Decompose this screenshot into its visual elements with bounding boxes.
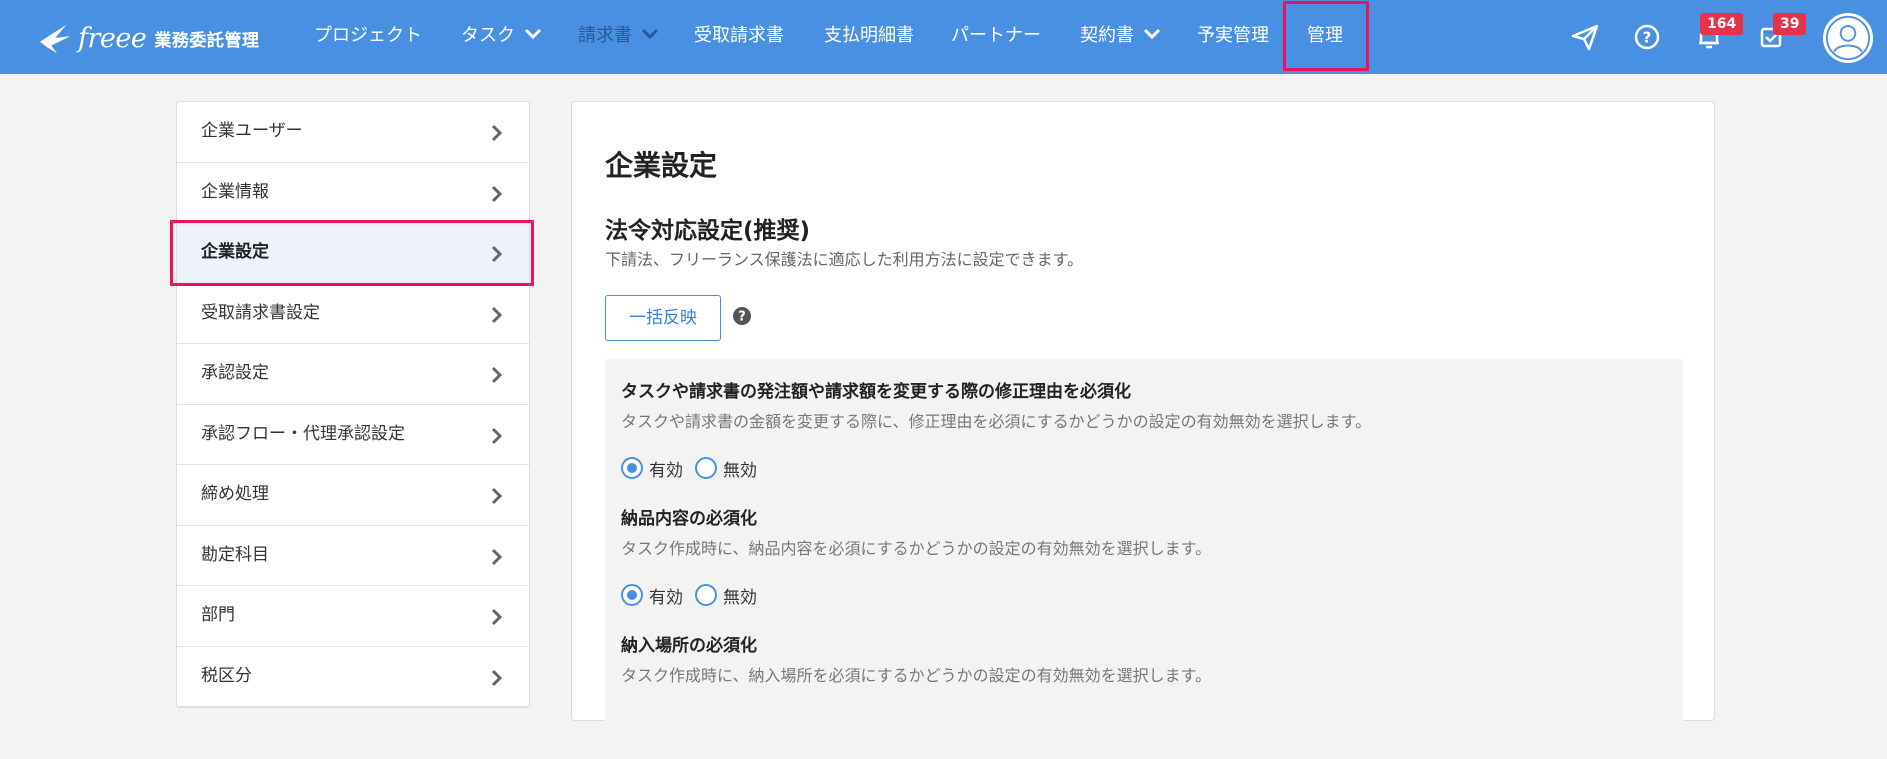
sidebar-item-approval-settings[interactable]: 承認設定 [177,344,529,405]
chevron-down-icon [641,28,658,40]
chevron-right-icon [491,487,503,505]
radio-enabled[interactable] [621,584,643,606]
nav-partners[interactable]: パートナー [951,0,1041,74]
sidebar-item-received-invoice-settings[interactable]: 受取請求書設定 [177,284,529,344]
sidebar-active-highlight-frame [170,220,534,286]
freee-bird-icon [39,24,71,54]
chevron-right-icon [491,548,503,565]
help-icon[interactable]: ? [1632,22,1662,52]
nav-invoices[interactable]: 請求書 [578,0,659,74]
chevron-right-icon [491,669,503,686]
setting-description: タスク作成時に、納入場所を必須にするかどうかの設定の有効無効を選択します。 [621,666,1212,685]
sidebar-item-label: 締め処理 [201,484,269,504]
section-description: 下請法、フリーランス保護法に適応した利用方法に設定できます。 [605,250,1084,269]
avatar-icon[interactable] [1823,13,1873,63]
radio-disabled[interactable] [695,584,717,606]
chevron-right-icon [491,306,503,323]
radio-group-correction-reason: 有効 無効 [621,456,769,481]
nav-budget-label: 予実管理 [1197,25,1269,46]
setting-delivery-content: 納品内容の必須化 タスク作成時に、納品内容を必須にするかどうかの設定の有効無効を… [621,504,1211,559]
settings-sidebar: 企業ユーザー 企業情報 企業設定 受取請求書設定 承認設定 承認フロー・代理承認… [176,101,530,708]
nav-projects[interactable]: プロジェクト [314,0,422,74]
nav-contracts-label: 契約書 [1080,25,1134,46]
sidebar-item-approval-flow[interactable]: 承認フロー・代理承認設定 [177,405,529,465]
radio-disabled-label[interactable]: 無効 [723,583,757,608]
sidebar-item-company-users[interactable]: 企業ユーザー [177,102,529,163]
bulk-apply-button[interactable]: 一括反映 [605,295,721,341]
main-panel: 企業設定 法令対応設定(推奨) 下請法、フリーランス保護法に適応した利用方法に設… [571,101,1715,759]
chevron-down-icon [524,28,541,40]
setting-title: タスクや請求書の発注額や請求額を変更する際の修正理由を必須化 [621,382,1131,402]
sidebar-item-label: 税区分 [201,665,252,686]
nav-contracts[interactable]: 契約書 [1080,0,1161,74]
chevron-down-icon [1143,28,1160,40]
nav-budget[interactable]: 予実管理 [1197,0,1269,74]
sidebar-item-label: 企業ユーザー [201,121,303,141]
chevron-right-icon [491,427,503,444]
radio-group-delivery-content: 有効 無効 [621,583,769,608]
radio-enabled[interactable] [621,457,643,479]
sidebar-item-accounts[interactable]: 勘定科目 [177,526,529,586]
nav-invoices-label: 請求書 [578,25,632,46]
brand-logo[interactable]: freee 業務委託管理 [38,18,259,58]
sidebar-item-label: 勘定科目 [201,544,269,565]
sidebar-item-departments[interactable]: 部門 [177,586,529,647]
setting-title: 納入場所の必須化 [621,636,757,656]
notifications-badge: 164 [1700,13,1744,35]
setting-title: 納品内容の必須化 [621,509,757,529]
page-title: 企業設定 [605,149,718,182]
sidebar-item-tax-categories[interactable]: 税区分 [177,647,529,707]
svg-text:?: ? [738,310,746,325]
help-icon[interactable]: ? [732,306,752,326]
nav-tasks[interactable]: タスク [461,0,542,74]
setting-description: タスク作成時に、納品内容を必須にするかどうかの設定の有効無効を選択します。 [621,539,1212,558]
sidebar-item-company-info[interactable]: 企業情報 [177,163,529,223]
chevron-right-icon [491,366,503,384]
sidebar-item-label: 部門 [201,605,235,625]
nav-received-invoices-label: 受取請求書 [694,25,784,46]
radio-disabled[interactable] [695,457,717,479]
brand-product-name: 業務委託管理 [154,30,260,51]
nav-payment-statements-label: 支払明細書 [824,25,914,46]
sidebar-item-closing[interactable]: 締め処理 [177,465,529,526]
radio-disabled-label[interactable]: 無効 [723,456,757,481]
settings-group: タスクや請求書の発注額や請求額を変更する際の修正理由を必須化 タスクや請求書の金… [605,359,1683,759]
nav-projects-label: プロジェクト [314,25,422,46]
tasks-badge: 39 [1773,13,1807,35]
radio-enabled-label[interactable]: 有効 [649,456,683,481]
sidebar-item-label: 承認設定 [201,363,269,383]
chevron-right-icon [491,608,503,626]
nav-payment-statements[interactable]: 支払明細書 [824,0,914,74]
radio-enabled-label[interactable]: 有効 [649,583,683,608]
nav-received-invoices[interactable]: 受取請求書 [694,0,784,74]
sidebar-item-label: 受取請求書設定 [201,302,320,323]
sidebar-item-label: 承認フロー・代理承認設定 [201,423,405,444]
section-title: 法令対応設定(推奨) [605,218,811,244]
nav-tasks-label: タスク [461,25,515,46]
setting-correction-reason: タスクや請求書の発注額や請求額を変更する際の修正理由を必須化 タスクや請求書の金… [621,377,1371,432]
svg-text:?: ? [1643,29,1652,47]
nav-admin-highlight-frame [1283,1,1369,71]
chevron-right-icon [491,124,503,142]
top-header: freee 業務委託管理 プロジェクト タスク 請求書 受取請求書 支払明細書 … [0,0,1887,74]
setting-description: タスクや請求書の金額を変更する際に、修正理由を必須にするかどうかの設定の有効無効… [621,412,1372,431]
nav-partners-label: パートナー [951,25,1041,46]
brand-freee: freee [78,22,147,54]
setting-delivery-location: 納入場所の必須化 タスク作成時に、納入場所を必須にするかどうかの設定の有効無効を… [621,631,1211,686]
chevron-right-icon [491,185,503,202]
sidebar-item-label: 企業情報 [201,181,269,202]
send-icon[interactable] [1570,22,1600,52]
